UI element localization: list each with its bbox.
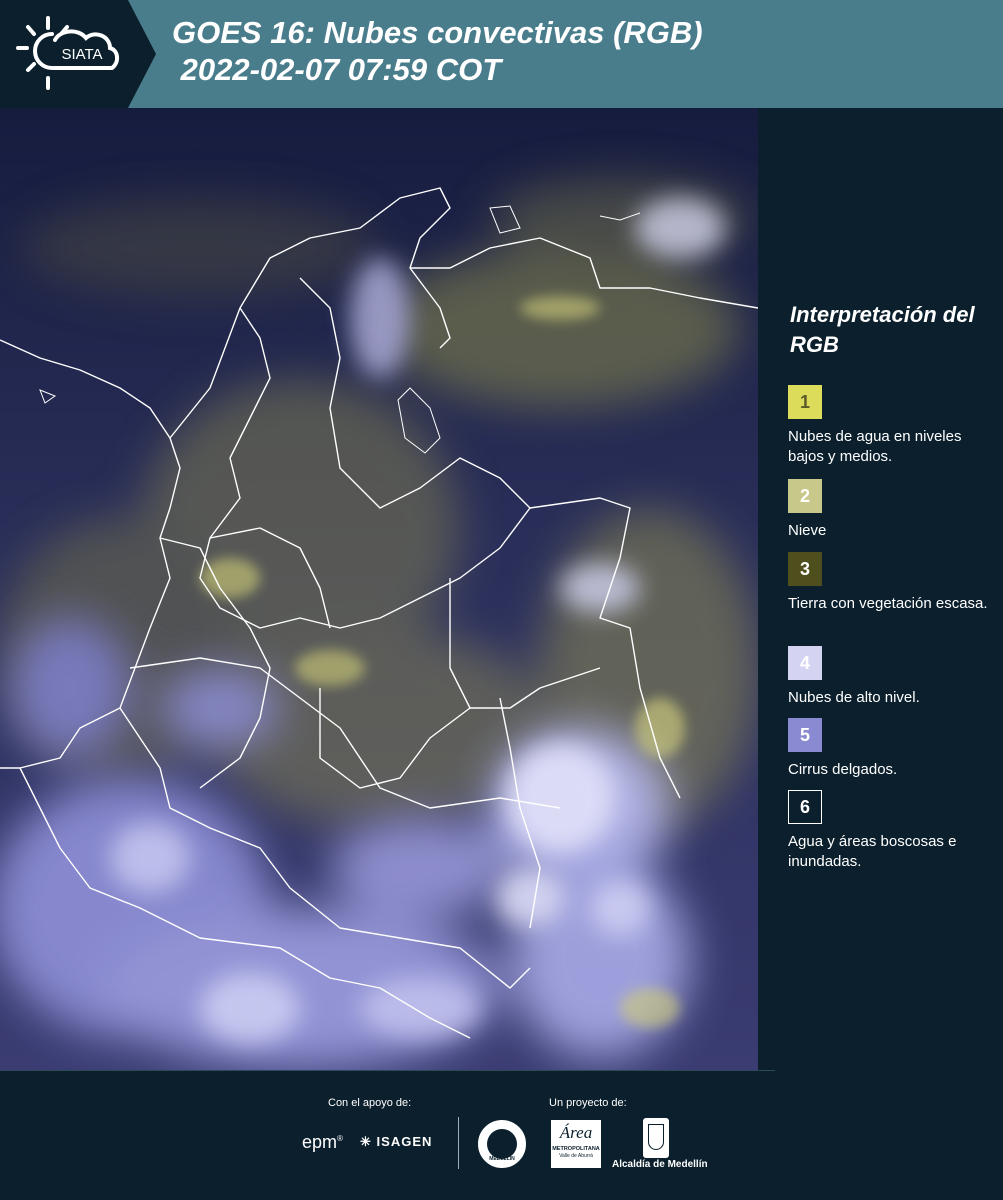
area-metropolitana-logo: Área METROPOLITANA Valle de Aburrá <box>551 1120 601 1168</box>
footer-separator <box>458 1117 459 1169</box>
legend-label: Cirrus delgados. <box>788 761 898 778</box>
area-sub2: Valle de Aburrá <box>559 1153 593 1159</box>
siata-logo: SIATA <box>0 0 128 108</box>
legend-label: Nieve <box>788 522 827 539</box>
legend-item-4: 4 Nubes de alto nivel. <box>788 646 988 708</box>
logo-arrow <box>128 0 156 108</box>
legend-label: Nubes de agua en niveles bajos y medios. <box>788 428 962 465</box>
legend-item-6: 6 Agua y áreas boscosas e inundadas. <box>788 790 988 872</box>
legend-label: Nubes de alto nivel. <box>788 689 920 706</box>
seal-text: MEDELLÍN <box>489 1156 515 1162</box>
shield-inner-icon <box>648 1124 664 1150</box>
isagen-icon: ✳ <box>360 1134 372 1149</box>
siata-sun-cloud-icon: SIATA <box>16 16 119 90</box>
header-bar: SIATA GOES 16: Nubes convectivas (RGB) 2… <box>0 0 1003 108</box>
satellite-map <box>0 108 760 1070</box>
legend-swatch: 1 <box>788 385 822 419</box>
isagen-text: ISAGEN <box>376 1134 433 1149</box>
satellite-map-image <box>0 108 760 1070</box>
legend-item-5: 5 Cirrus delgados. <box>788 718 988 780</box>
legend-swatch: 2 <box>788 479 822 513</box>
legend-label: Agua y áreas boscosas e inundadas. <box>788 833 957 870</box>
page-title: GOES 16: Nubes convectivas (RGB) 2022-02… <box>172 14 703 88</box>
legend-swatch: 5 <box>788 718 822 752</box>
legend-item-1: 1 Nubes de agua en niveles bajos y medio… <box>788 385 988 467</box>
legend-swatch: 4 <box>788 646 822 680</box>
title-line-1: GOES 16: Nubes convectivas (RGB) <box>172 15 703 50</box>
epm-text: epm <box>302 1132 338 1152</box>
seal-inner-icon <box>487 1129 517 1159</box>
legend-swatch: 3 <box>788 552 822 586</box>
alcaldia-shield-icon <box>643 1118 669 1158</box>
legend-swatch: 6 <box>788 790 822 824</box>
alcaldia-label: Alcaldía de Medellín <box>612 1159 708 1170</box>
area-sub1: METROPOLITANA <box>552 1146 600 1152</box>
support-label: Con el apoyo de: <box>328 1097 412 1109</box>
medellin-seal: MEDELLÍN <box>478 1120 526 1168</box>
area-name: Área <box>559 1123 593 1142</box>
footer: Con el apoyo de: Un proyecto de: epm® ✳ … <box>0 1070 1003 1200</box>
legend-item-3: 3 Tierra con vegetación escasa. <box>788 552 988 614</box>
project-label: Un proyecto de: <box>549 1097 627 1109</box>
svg-text:SIATA: SIATA <box>61 46 102 63</box>
legend-title: Interpretación del RGB <box>790 302 975 357</box>
footer-divider <box>0 1070 775 1071</box>
title-line-2: 2022-02-07 07:59 COT <box>172 52 502 87</box>
isagen-logo: ✳ ISAGEN <box>360 1134 432 1150</box>
epm-logo: epm® <box>302 1132 343 1152</box>
legend-item-2: 2 Nieve <box>788 479 988 541</box>
legend-label: Tierra con vegetación escasa. <box>788 595 988 612</box>
